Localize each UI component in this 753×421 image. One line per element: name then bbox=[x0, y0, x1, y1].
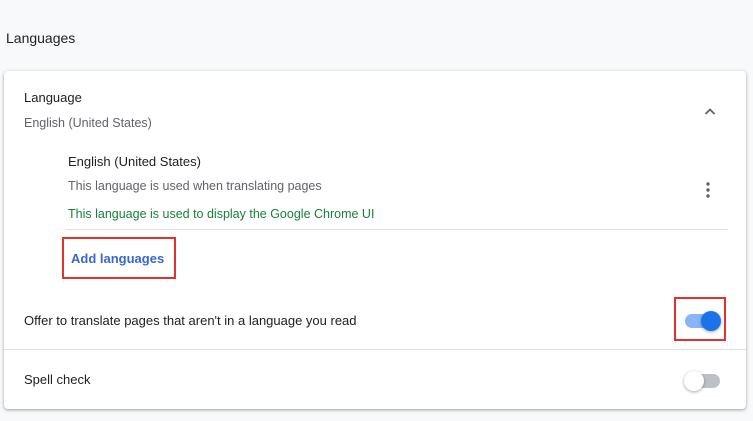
section-title: Languages bbox=[6, 30, 76, 46]
translate-offer-row: Offer to translate pages that aren't in … bbox=[4, 293, 746, 350]
language-item-ui-note: This language is used to display the Goo… bbox=[68, 207, 375, 221]
translate-offer-label: Offer to translate pages that aren't in … bbox=[24, 313, 357, 328]
languages-card: Language English (United States) English… bbox=[4, 71, 746, 409]
spell-check-label: Spell check bbox=[24, 372, 91, 387]
more-vert-icon[interactable] bbox=[700, 179, 716, 201]
toggle-knob bbox=[701, 311, 721, 331]
current-language: English (United States) bbox=[24, 116, 152, 130]
translate-offer-toggle[interactable] bbox=[685, 311, 721, 331]
spell-check-toggle[interactable] bbox=[684, 371, 720, 391]
chevron-up-icon[interactable] bbox=[700, 101, 720, 121]
spell-check-row: Spell check bbox=[4, 351, 746, 407]
language-header[interactable]: Language English (United States) bbox=[4, 71, 746, 141]
language-title: Language bbox=[24, 90, 82, 105]
language-item-name: English (United States) bbox=[68, 154, 201, 169]
toggle-knob bbox=[684, 371, 704, 391]
language-list-item: English (United States) This language is… bbox=[66, 151, 728, 230]
language-item-translate-note: This language is used when translating p… bbox=[68, 179, 322, 193]
add-languages-button[interactable]: Add languages bbox=[62, 237, 176, 279]
